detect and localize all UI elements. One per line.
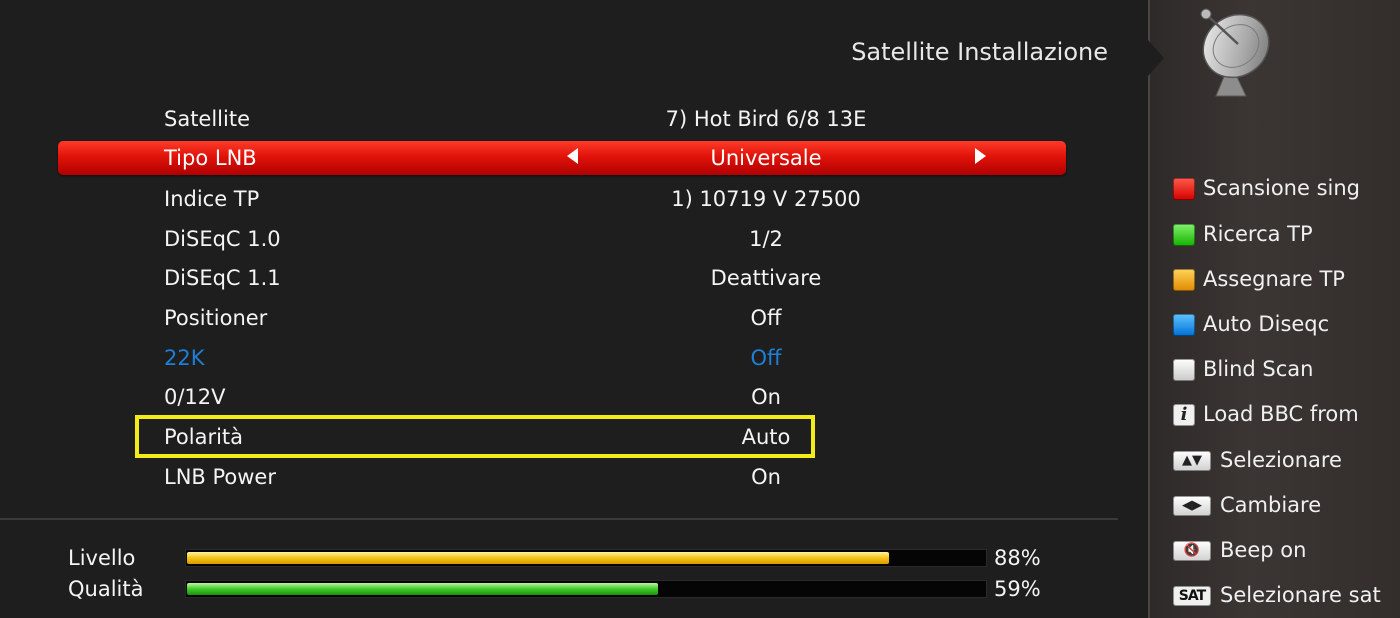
menu-value: Auto — [741, 425, 791, 449]
menu-row-polarita[interactable]: Polarità Auto — [0, 418, 1148, 458]
menu-label: Polarità — [164, 425, 244, 449]
signal-level-fill — [187, 552, 889, 564]
yellow-key-icon — [1173, 269, 1195, 291]
signal-level-track — [185, 549, 987, 567]
menu-label: DiSEqC 1.1 — [164, 266, 281, 290]
menu-value: Off — [750, 346, 782, 370]
legend-label: Cambiare — [1220, 493, 1322, 517]
menu-label: 0/12V — [164, 385, 226, 409]
menu-row-positioner[interactable]: Positioner Off — [0, 299, 1148, 339]
menu-row-0-12v[interactable]: 0/12V On — [0, 378, 1148, 418]
menu-row-satellite[interactable]: Satellite 7) Hot Bird 6/8 13E — [0, 100, 1148, 140]
sidebar-notch — [1148, 40, 1164, 76]
red-key-icon — [1173, 178, 1195, 200]
menu-label: Positioner — [164, 306, 268, 330]
signal-level-percent: 88% — [994, 546, 1041, 570]
signal-quality-label: Qualità — [68, 577, 144, 601]
white-key-icon — [1173, 359, 1195, 381]
menu-value: 7) Hot Bird 6/8 13E — [665, 107, 867, 131]
legend-label: Load BBC from — [1203, 402, 1359, 426]
mute-icon: 🔇 — [1173, 541, 1211, 561]
sat-key-icon: SAT — [1173, 586, 1211, 606]
menu-row-diseqc-11[interactable]: DiSEqC 1.1 Deattivare — [0, 259, 1148, 299]
page-title: Satellite Installazione — [851, 38, 1108, 66]
menu-value: Universale — [710, 146, 822, 170]
signal-quality-percent: 59% — [994, 577, 1041, 601]
menu-row-diseqc-10[interactable]: DiSEqC 1.0 1/2 — [0, 220, 1148, 260]
menu-row-lnb-power[interactable]: LNB Power On — [0, 458, 1148, 498]
signal-quality-track — [185, 580, 987, 598]
left-right-arrows-icon: ◀▶ — [1173, 496, 1211, 516]
menu-label: 22K — [164, 346, 205, 370]
menu-label: LNB Power — [164, 465, 276, 489]
menu-row-tipo-lnb[interactable]: Tipo LNB Universale — [0, 139, 1148, 179]
menu-label: Tipo LNB — [164, 146, 257, 170]
legend-label: Assegnare TP — [1203, 267, 1345, 291]
legend-label: Selezionare sat — [1220, 583, 1381, 607]
menu-label: Indice TP — [164, 187, 260, 211]
legend-label: Blind Scan — [1203, 357, 1314, 381]
menu-row-indice-tp[interactable]: Indice TP 1) 10719 V 27500 — [0, 180, 1148, 220]
divider — [0, 518, 1118, 520]
legend-label: Selezionare — [1220, 448, 1342, 472]
green-key-icon — [1173, 224, 1195, 246]
blue-key-icon — [1173, 314, 1195, 336]
menu-label: Satellite — [164, 107, 251, 131]
menu-row-22k: 22K Off — [0, 339, 1148, 379]
menu-label: DiSEqC 1.0 — [164, 227, 281, 251]
menu-value: On — [751, 465, 781, 489]
legend-label: Auto Diseqc — [1203, 312, 1330, 336]
legend-label: Beep on — [1220, 538, 1307, 562]
menu-value: Off — [750, 306, 782, 330]
menu-value: 1/2 — [749, 227, 783, 251]
up-down-arrows-icon: ▲▼ — [1173, 451, 1211, 471]
info-icon: i — [1173, 404, 1195, 426]
signal-level-label: Livello — [68, 546, 136, 570]
legend-label: Ricerca TP — [1203, 222, 1313, 246]
menu-value: Deattivare — [710, 266, 822, 290]
menu-value: On — [751, 385, 781, 409]
arrow-right-icon[interactable] — [975, 148, 986, 164]
satellite-dish-icon — [1200, 8, 1270, 97]
legend-label: Scansione sing — [1203, 176, 1360, 200]
main-panel: Satellite Installazione Satellite 7) Hot… — [0, 0, 1148, 618]
signal-quality-fill — [187, 583, 658, 595]
menu-value: 1) 10719 V 27500 — [671, 187, 861, 211]
